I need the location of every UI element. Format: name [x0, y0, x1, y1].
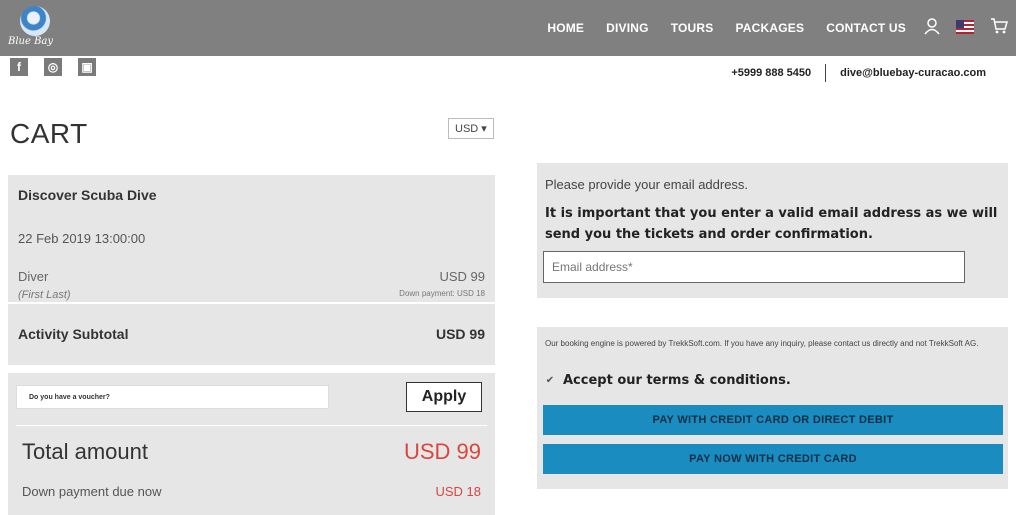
activity-title: Discover Scuba Dive — [18, 187, 157, 203]
instagram-icon[interactable]: ▣ — [78, 58, 96, 76]
nav-icons — [924, 17, 1008, 39]
contact-phone[interactable]: +5999 888 5450 — [731, 67, 811, 79]
top-nav-bar: Blue Bay HOME DIVING TOURS PACKAGES CONT… — [0, 0, 1016, 56]
nav-home[interactable]: HOME — [547, 21, 584, 35]
apply-voucher-button[interactable]: Apply — [406, 382, 482, 412]
participant-price: USD 99 — [439, 269, 485, 284]
voucher-input[interactable]: Do you have a voucher? — [16, 385, 329, 409]
nav-contact-us[interactable]: CONTACT US — [826, 21, 906, 35]
email-prompt: Please provide your email address. — [545, 177, 749, 192]
nav-packages[interactable]: PACKAGES — [735, 21, 804, 35]
user-icon[interactable] — [924, 17, 940, 39]
activity-subtotal-label: Activity Subtotal — [18, 326, 129, 342]
booking-engine-note: Our booking engine is powered by TrekkSo… — [545, 339, 979, 348]
participant-type: Diver — [18, 269, 49, 284]
page-title: CART — [10, 118, 88, 149]
activity-date: 22 Feb 2019 13:00:00 — [18, 231, 146, 246]
social-links: f ◎ ▣ — [10, 58, 96, 76]
logo[interactable]: Blue Bay — [8, 6, 64, 52]
payment-card: Our booking engine is powered by TrekkSo… — [537, 327, 1008, 489]
down-payment-label: Down payment due now — [22, 484, 162, 499]
contact-email[interactable]: dive@bluebay-curacao.com — [840, 67, 986, 79]
pay-credit-card-or-debit-button[interactable]: PAY WITH CREDIT CARD OR DIRECT DEBIT — [543, 405, 1003, 435]
nav-tours[interactable]: TOURS — [671, 21, 714, 35]
activity-subtotal-value: USD 99 — [435, 326, 485, 342]
logo-text: Blue Bay — [8, 36, 54, 47]
contact-separator — [825, 64, 827, 82]
divider — [16, 425, 487, 426]
total-amount-value: USD 99 — [403, 439, 481, 464]
participant-down-payment: Down payment: USD 18 — [399, 289, 485, 298]
pay-now-credit-card-button[interactable]: PAY NOW WITH CREDIT CARD — [543, 444, 1003, 474]
down-payment-value: USD 18 — [435, 484, 481, 499]
nav-diving[interactable]: DIVING — [606, 21, 649, 35]
total-amount-label: Total amount — [22, 439, 148, 464]
divider — [8, 302, 538, 304]
logo-mark — [20, 6, 50, 36]
tripadvisor-icon[interactable]: ◎ — [44, 58, 62, 76]
email-input[interactable] — [543, 251, 965, 283]
checkbox-icon[interactable]: ✔ — [545, 375, 555, 386]
main-nav: HOME DIVING TOURS PACKAGES CONTACT US — [547, 21, 906, 35]
contact-info: +5999 888 5450 dive@bluebay-curacao.com — [731, 64, 986, 82]
facebook-icon[interactable]: f — [10, 58, 28, 76]
flag-icon[interactable] — [956, 19, 974, 38]
terms-label[interactable]: Accept our terms & conditions. — [563, 373, 791, 388]
participant-name: (First Last) — [18, 289, 71, 301]
currency-select[interactable]: USD ▾ — [448, 118, 494, 139]
cart-icon[interactable] — [990, 17, 1008, 39]
terms-row[interactable]: ✔ Accept our terms & conditions. — [545, 373, 791, 388]
email-card: Please provide your email address. It is… — [537, 163, 1008, 298]
email-important-notice: It is important that you enter a valid e… — [545, 206, 998, 242]
totals-card: Do you have a voucher? Apply Total amoun… — [8, 373, 495, 515]
activity-card: Discover Scuba Dive 22 Feb 2019 13:00:00… — [8, 175, 538, 365]
